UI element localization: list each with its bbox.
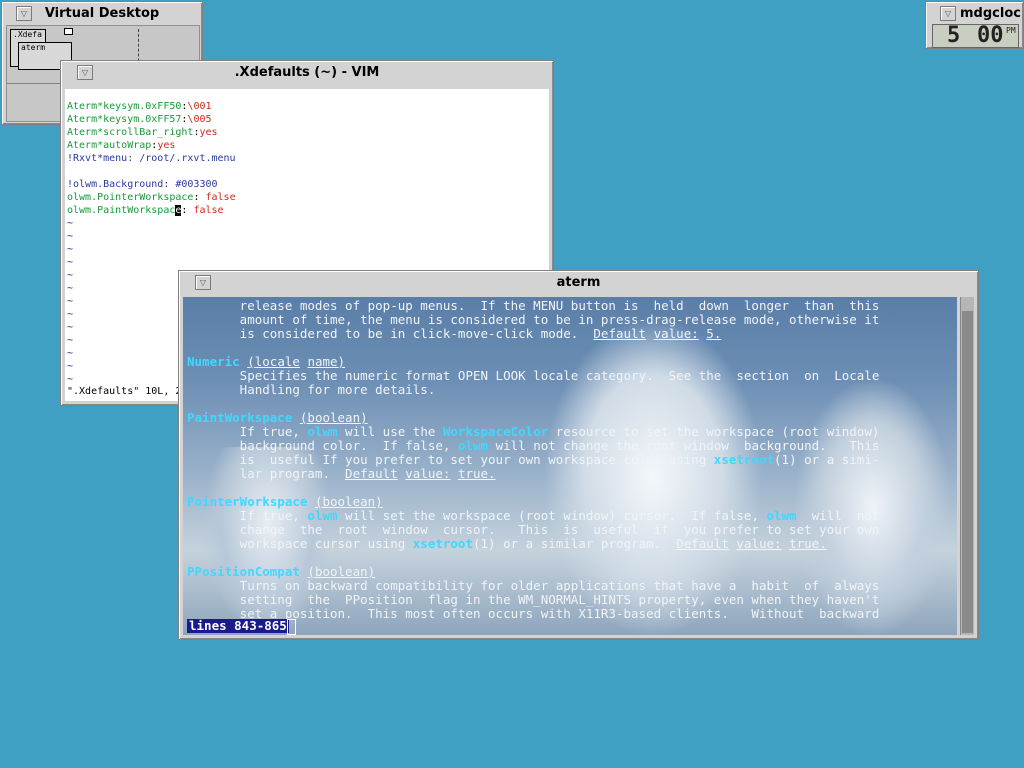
- clock-minutes: 00: [977, 23, 1004, 48]
- window-menu-button[interactable]: ▽: [195, 275, 211, 290]
- man-page-text[interactable]: release modes of pop-up menus. If the ME…: [187, 299, 879, 621]
- window-menu-button[interactable]: ▽: [16, 6, 32, 21]
- clock-window[interactable]: ▽ mdgcloc 5 00 PM: [925, 1, 1024, 49]
- aterm-scrollbar[interactable]: [960, 297, 974, 635]
- vim-title: .Xdefaults (~) - VIM: [234, 65, 380, 80]
- clock-hour: 5: [947, 23, 961, 48]
- window-menu-button[interactable]: ▽: [940, 6, 956, 21]
- virtual-desktop-titlebar[interactable]: ▽ Virtual Desktop: [6, 5, 198, 23]
- aterm-window[interactable]: ▽ aterm release modes of pop-up menus. I…: [178, 270, 979, 640]
- clock-face: 5 00 PM: [932, 24, 1019, 48]
- aterm-terminal[interactable]: release modes of pop-up menus. If the ME…: [183, 297, 957, 635]
- virtual-desktop-title: Virtual Desktop: [44, 6, 160, 21]
- scrollbar-thumb[interactable]: [962, 311, 973, 633]
- aterm-titlebar[interactable]: ▽ aterm: [183, 274, 974, 292]
- pager-status: lines 843-865: [187, 618, 289, 633]
- clock-ampm: PM: [1006, 26, 1016, 35]
- pager-window-label: .Xdefa: [13, 30, 42, 39]
- aterm-title: aterm: [556, 275, 601, 290]
- vim-status-line: ".Xdefaults" 10L, 2: [67, 386, 182, 397]
- clock-titlebar[interactable]: ▽ mdgcloc: [930, 5, 1021, 23]
- terminal-cursor: [287, 619, 296, 635]
- vim-titlebar[interactable]: ▽ .Xdefaults (~) - VIM: [65, 64, 549, 82]
- window-menu-button[interactable]: ▽: [77, 65, 93, 80]
- clock-title: mdgcloc: [960, 6, 1021, 21]
- pager-window-label: aterm: [21, 43, 46, 52]
- pager-window-clock[interactable]: [64, 28, 73, 35]
